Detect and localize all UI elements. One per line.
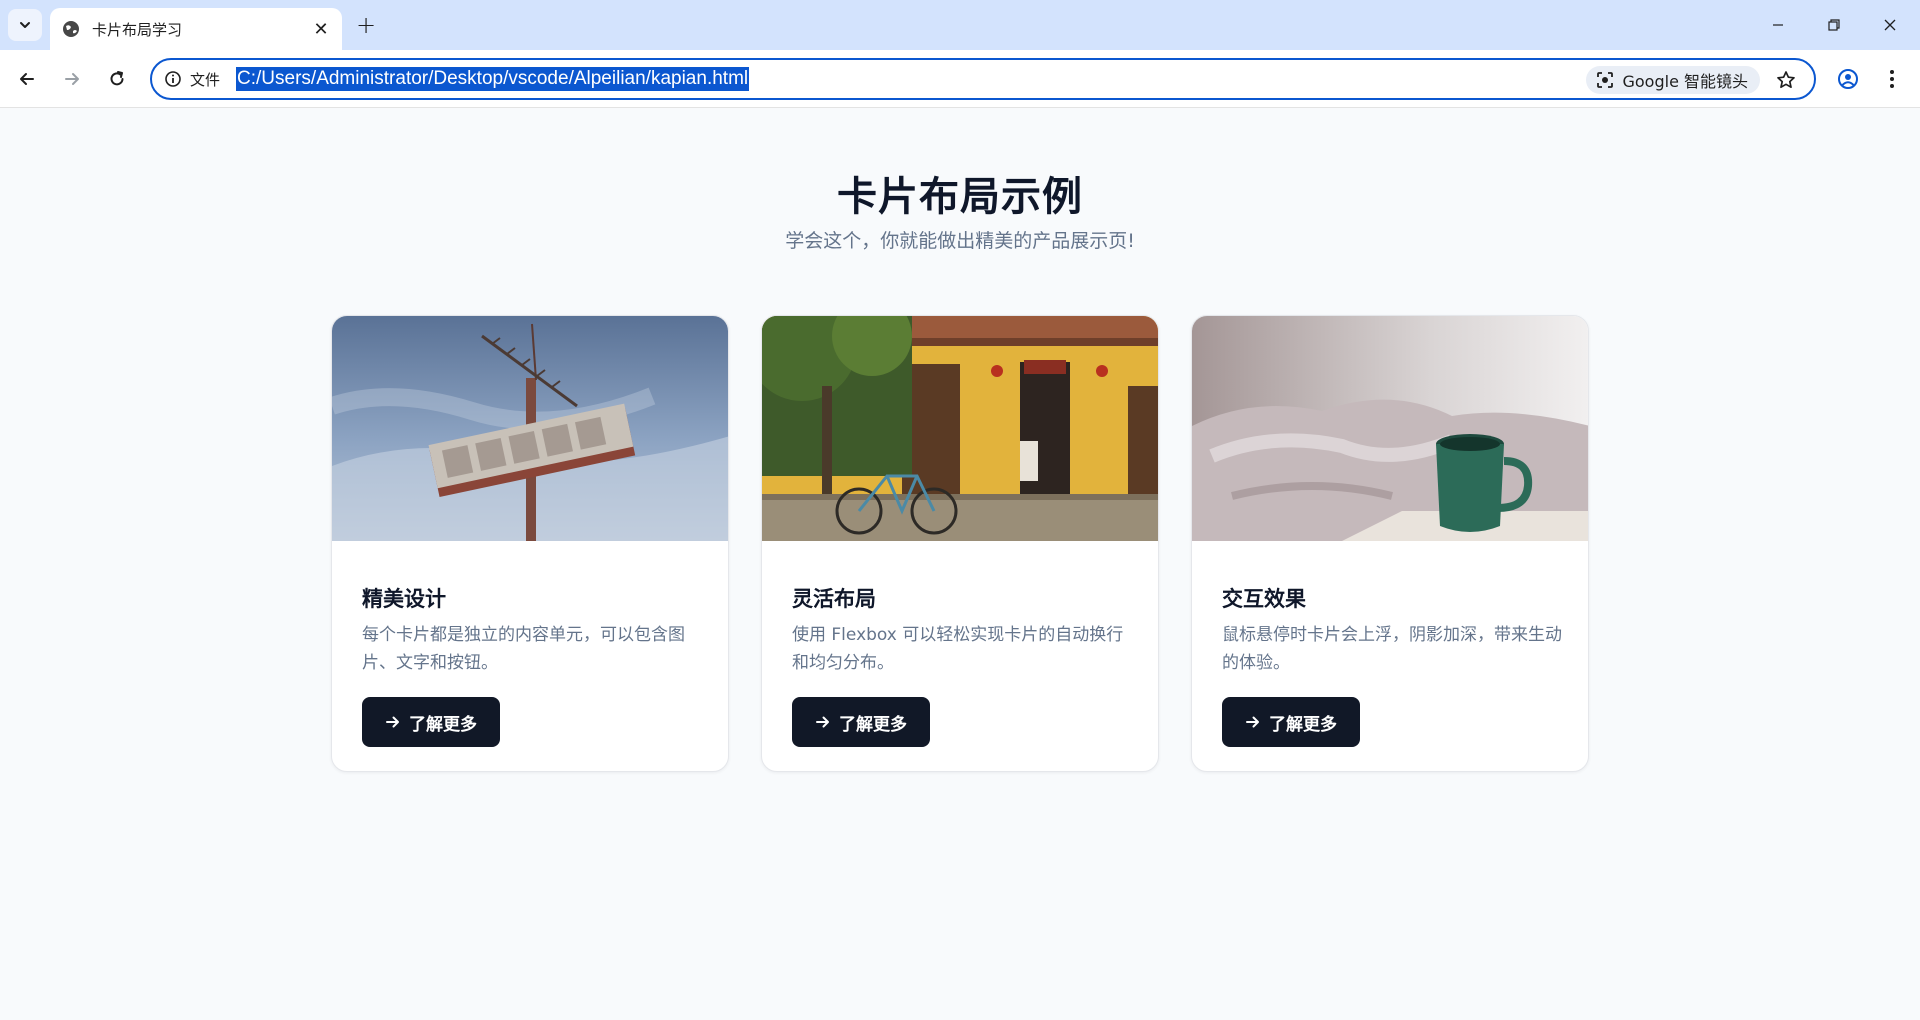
card-description: 使用 Flexbox 可以轻松实现卡片的自动换行和均匀分布。 xyxy=(792,625,1124,673)
arrow-right-icon xyxy=(65,73,79,85)
close-icon xyxy=(1884,19,1896,31)
page-subtitle: 学会这个，你就能做出精美的产品展示页! xyxy=(785,230,1135,252)
learn-more-button[interactable]: 了解更多 xyxy=(1222,697,1360,747)
learn-more-button[interactable]: 了解更多 xyxy=(792,697,930,747)
bookmark-star-button[interactable] xyxy=(1774,68,1798,92)
restore-icon xyxy=(1828,19,1840,31)
card-title: 灵活布局 xyxy=(792,587,876,611)
card-image xyxy=(762,316,1158,541)
button-label: 了解更多 xyxy=(409,714,477,735)
tab-strip: 卡片布局学习 ✕ + xyxy=(0,0,1920,50)
star-icon xyxy=(1777,71,1795,89)
minimize-icon xyxy=(1773,24,1783,26)
arrow-right-icon xyxy=(385,714,401,730)
card-image xyxy=(332,316,728,541)
arrow-right-icon xyxy=(1245,714,1261,730)
yellow-house-bicycle-photo xyxy=(762,316,1158,541)
card-description: 鼠标悬停时卡片会上浮，阴影加深，带来生动的体验。 xyxy=(1222,625,1562,673)
tab-title: 卡片布局学习 xyxy=(92,20,183,39)
active-tab[interactable]: 卡片布局学习 ✕ xyxy=(50,8,342,50)
arrow-left-icon xyxy=(20,73,34,85)
address-bar[interactable]: 文件 C:/Users/Administrator/Desktop/vscode… xyxy=(150,58,1816,100)
lens-label: Google 智能镜头 xyxy=(1622,72,1748,91)
card-title: 精美设计 xyxy=(362,587,446,611)
button-label: 了解更多 xyxy=(839,714,907,735)
file-scheme-label[interactable]: 文件 xyxy=(190,69,220,90)
card-design[interactable]: 精美设计 每个卡片都是独立的内容单元，可以包含图片、文字和按钮。 了解更多 xyxy=(331,315,729,772)
button-label: 了解更多 xyxy=(1269,714,1337,735)
reload-icon xyxy=(110,71,124,86)
tab-search-button[interactable] xyxy=(8,9,42,41)
reload-button[interactable] xyxy=(101,63,133,95)
coffee-mug-bed-photo xyxy=(1192,316,1588,541)
learn-more-button[interactable]: 了解更多 xyxy=(362,697,500,747)
more-vertical-icon xyxy=(1890,70,1894,88)
lens-icon xyxy=(1597,72,1614,88)
restore-button[interactable] xyxy=(1806,0,1862,50)
browser-menu-button[interactable] xyxy=(1876,63,1908,95)
minimize-button[interactable] xyxy=(1750,0,1806,50)
chevron-down-icon xyxy=(20,22,30,28)
new-tab-button[interactable]: + xyxy=(352,11,380,39)
info-icon[interactable] xyxy=(164,70,182,88)
page-title: 卡片布局示例 xyxy=(837,174,1083,220)
url-text[interactable]: C:/Users/Administrator/Desktop/vscode/Al… xyxy=(236,67,750,91)
browser-toolbar: 文件 C:/Users/Administrator/Desktop/vscode… xyxy=(0,50,1920,108)
card-description: 每个卡片都是独立的内容单元，可以包含图片、文字和按钮。 xyxy=(362,625,685,673)
card-interaction[interactable]: 交互效果 鼠标悬停时卡片会上浮，阴影加深，带来生动的体验。 了解更多 xyxy=(1191,315,1589,772)
arrow-right-icon xyxy=(815,714,831,730)
card-title: 交互效果 xyxy=(1222,587,1306,611)
close-window-button[interactable] xyxy=(1862,0,1918,50)
card-image xyxy=(1192,316,1588,541)
motel-sign-photo xyxy=(332,316,728,541)
google-lens-button[interactable]: Google 智能镜头 xyxy=(1586,66,1760,94)
account-icon xyxy=(1838,69,1858,89)
globe-icon xyxy=(62,20,80,38)
card-layout[interactable]: 灵活布局 使用 Flexbox 可以轻松实现卡片的自动换行和均匀分布。 了解更多 xyxy=(761,315,1159,772)
page-content: 卡片布局示例 学会这个，你就能做出精美的产品展示页! 精美设计 每个卡片都是独立… xyxy=(0,108,1920,1020)
profile-button[interactable] xyxy=(1832,63,1864,95)
forward-button[interactable] xyxy=(56,63,88,95)
close-tab-icon[interactable]: ✕ xyxy=(310,18,332,40)
back-button[interactable] xyxy=(11,63,43,95)
